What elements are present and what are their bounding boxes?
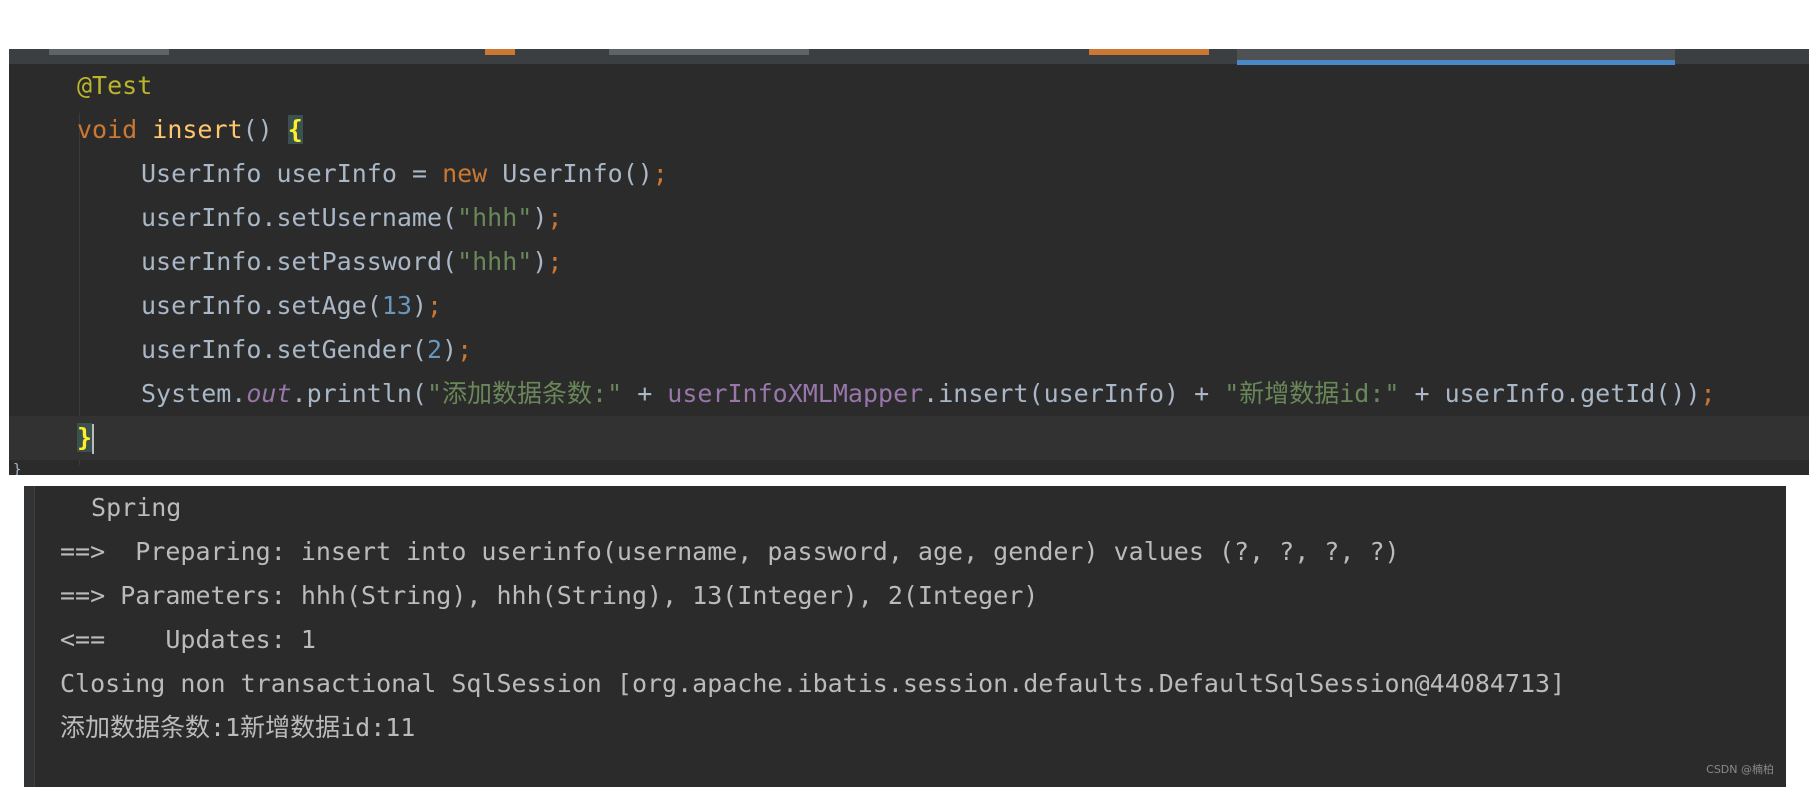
close-paren: ): [532, 203, 548, 232]
get-id-call: userInfo.getId()): [1444, 379, 1701, 408]
method-signature: void insert() {: [77, 108, 303, 152]
close-paren: ): [532, 247, 548, 276]
plus-operator: +: [1179, 379, 1225, 408]
number-literal: 13: [381, 291, 412, 320]
semicolon: ;: [547, 203, 563, 232]
number-literal: 2: [426, 335, 443, 364]
constructor-call: UserInfo(): [502, 159, 653, 188]
parameter-list: (): [242, 115, 273, 144]
close-paren: ): [442, 335, 458, 364]
tab-fragment[interactable]: [609, 49, 809, 55]
code-line-set-gender[interactable]: userInfo.setGender(2);: [9, 328, 1809, 372]
statement: userInfo.setGender(2);: [141, 328, 472, 372]
matched-open-brace: {: [287, 115, 303, 144]
console-gutter: [24, 486, 35, 787]
console-line: ==> Parameters: hhh(String), hhh(String)…: [60, 581, 1039, 610]
string-literal: "hhh": [457, 247, 533, 276]
plus-operator: +: [1399, 379, 1445, 408]
string-literal: "添加数据条数:": [426, 379, 623, 408]
statement: System.out.println("添加数据条数:" + userInfoX…: [141, 372, 1716, 416]
close-paren: ): [411, 291, 427, 320]
matched-close-brace: }: [77, 423, 93, 452]
plus-operator: +: [622, 379, 668, 408]
statement: userInfo.setAge(13);: [141, 284, 442, 328]
semicolon: ;: [652, 159, 668, 188]
method-call: userInfo.setAge(: [141, 291, 382, 320]
code-line-annotation[interactable]: @Test: [9, 64, 1809, 108]
string-literal: "hhh": [457, 203, 533, 232]
insert-call: .insert(userInfo): [923, 379, 1180, 408]
code-line-set-password[interactable]: userInfo.setPassword("hhh");: [9, 240, 1809, 284]
code-line-signature[interactable]: void insert() {: [9, 108, 1809, 152]
run-console[interactable]: Spring ==> Preparing: insert into userin…: [24, 486, 1786, 787]
variable-token: userInfo: [276, 159, 397, 188]
statement: UserInfo userInfo = new UserInfo();: [141, 152, 668, 196]
method-call: userInfo.setPassword(: [141, 247, 458, 276]
semicolon: ;: [427, 291, 443, 320]
method-call: userInfo.setUsername(: [141, 203, 458, 232]
string-literal: "新增数据id:": [1224, 379, 1400, 408]
code-line-set-username[interactable]: userInfo.setUsername("hhh");: [9, 196, 1809, 240]
code-line-set-age[interactable]: userInfo.setAge(13);: [9, 284, 1809, 328]
semicolon: ;: [547, 247, 563, 276]
file-type-icon: [485, 49, 515, 55]
code-line-println[interactable]: System.out.println("添加数据条数:" + userInfoX…: [9, 372, 1809, 416]
console-line: Spring: [76, 493, 182, 522]
editor-tab-strip: [9, 49, 1809, 65]
mapper-field: userInfoXMLMapper: [667, 379, 924, 408]
console-line: 添加数据条数:1新增数据id:11: [60, 713, 416, 742]
console-line: Closing non transactional SqlSession [or…: [60, 669, 1566, 698]
type-token: UserInfo: [141, 159, 262, 188]
tab-fragment[interactable]: [1089, 49, 1209, 55]
code-editor[interactable]: @Test void insert() { UserInfo userInfo …: [9, 49, 1809, 475]
statement: userInfo.setUsername("hhh");: [141, 196, 562, 240]
code-line-new-userinfo[interactable]: UserInfo userInfo = new UserInfo();: [9, 152, 1809, 196]
statement: }: [77, 416, 95, 460]
console-line: ==> Preparing: insert into userinfo(user…: [60, 537, 1400, 566]
semicolon: ;: [1700, 379, 1716, 408]
method-name: insert: [152, 115, 243, 144]
class-closing-brace: }: [13, 462, 22, 475]
system-token: System.: [141, 379, 247, 408]
annotation-token: @Test: [77, 71, 153, 100]
semicolon: ;: [457, 335, 473, 364]
console-line: <== Updates: 1: [60, 625, 316, 654]
keyword-new: new: [442, 159, 488, 188]
method-call: userInfo.setGender(: [141, 335, 427, 364]
code-line-close-method[interactable]: }: [9, 416, 1809, 460]
text-caret: [92, 424, 95, 454]
watermark: CSDN @楠柏: [1706, 763, 1774, 776]
statement: userInfo.setPassword("hhh");: [141, 240, 562, 284]
keyword-void: void: [77, 115, 138, 144]
assign-token: =: [396, 159, 443, 188]
static-field-out: out: [246, 379, 292, 408]
println-call: .println(: [291, 379, 427, 408]
tab-fragment[interactable]: [49, 49, 169, 55]
